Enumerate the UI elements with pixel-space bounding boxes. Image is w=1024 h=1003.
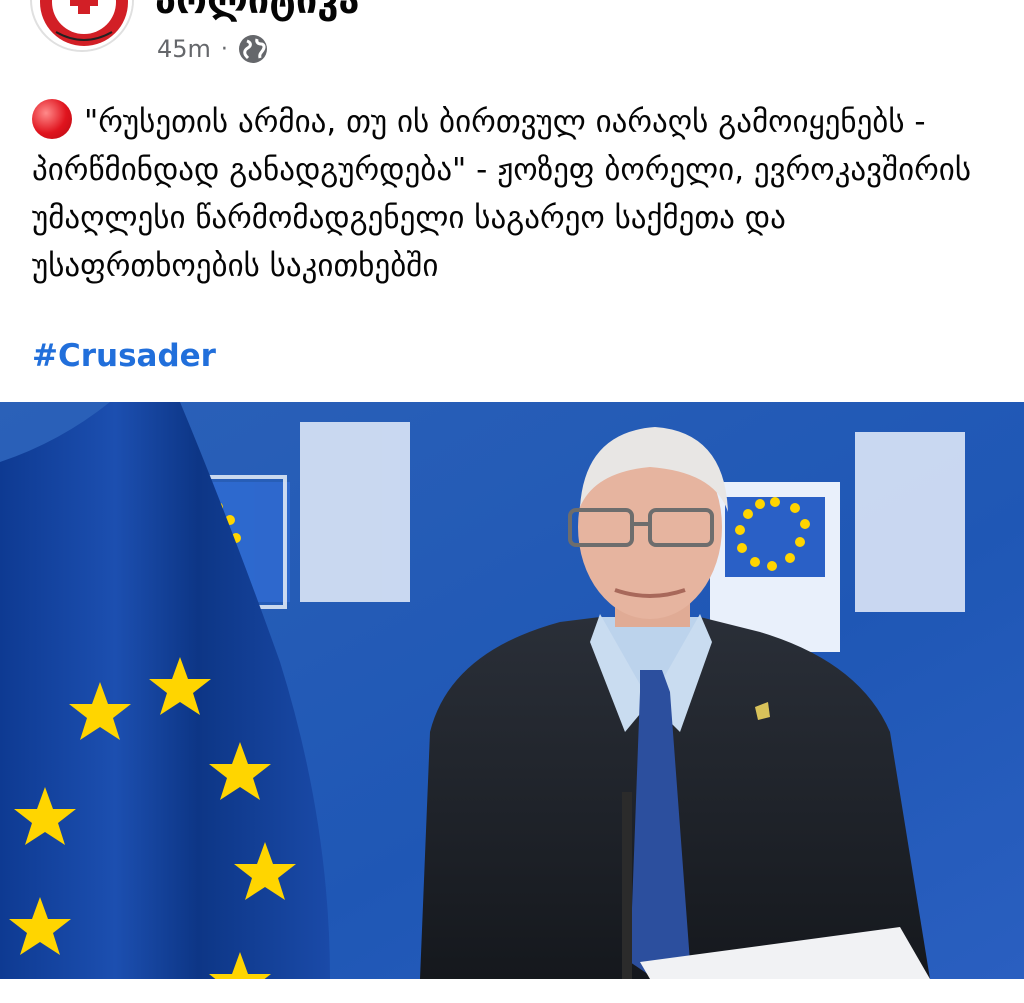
microphone (622, 792, 632, 979)
hashtag-link[interactable]: #Crusader (32, 338, 216, 374)
facebook-post: პოლიტიკა 45m · "რუსეთის არმია, თუ ის ბირ… (0, 0, 1024, 1003)
post-meta: 45m · (157, 34, 268, 64)
red-circle-icon (32, 99, 72, 139)
meta-separator: · (220, 36, 228, 62)
page-avatar[interactable] (30, 0, 134, 52)
post-time[interactable]: 45m (157, 35, 211, 63)
post-photo[interactable] (0, 402, 1024, 979)
post-text: "რუსეთის არმია, თუ ის ბირთვულ იარაღს გამ… (32, 98, 1002, 290)
globe-icon[interactable] (238, 34, 268, 64)
post-body: "რუსეთის არმია, თუ ის ბირთვულ იარაღს გამ… (32, 104, 972, 284)
page-name[interactable]: პოლიტიკა (155, 0, 359, 22)
